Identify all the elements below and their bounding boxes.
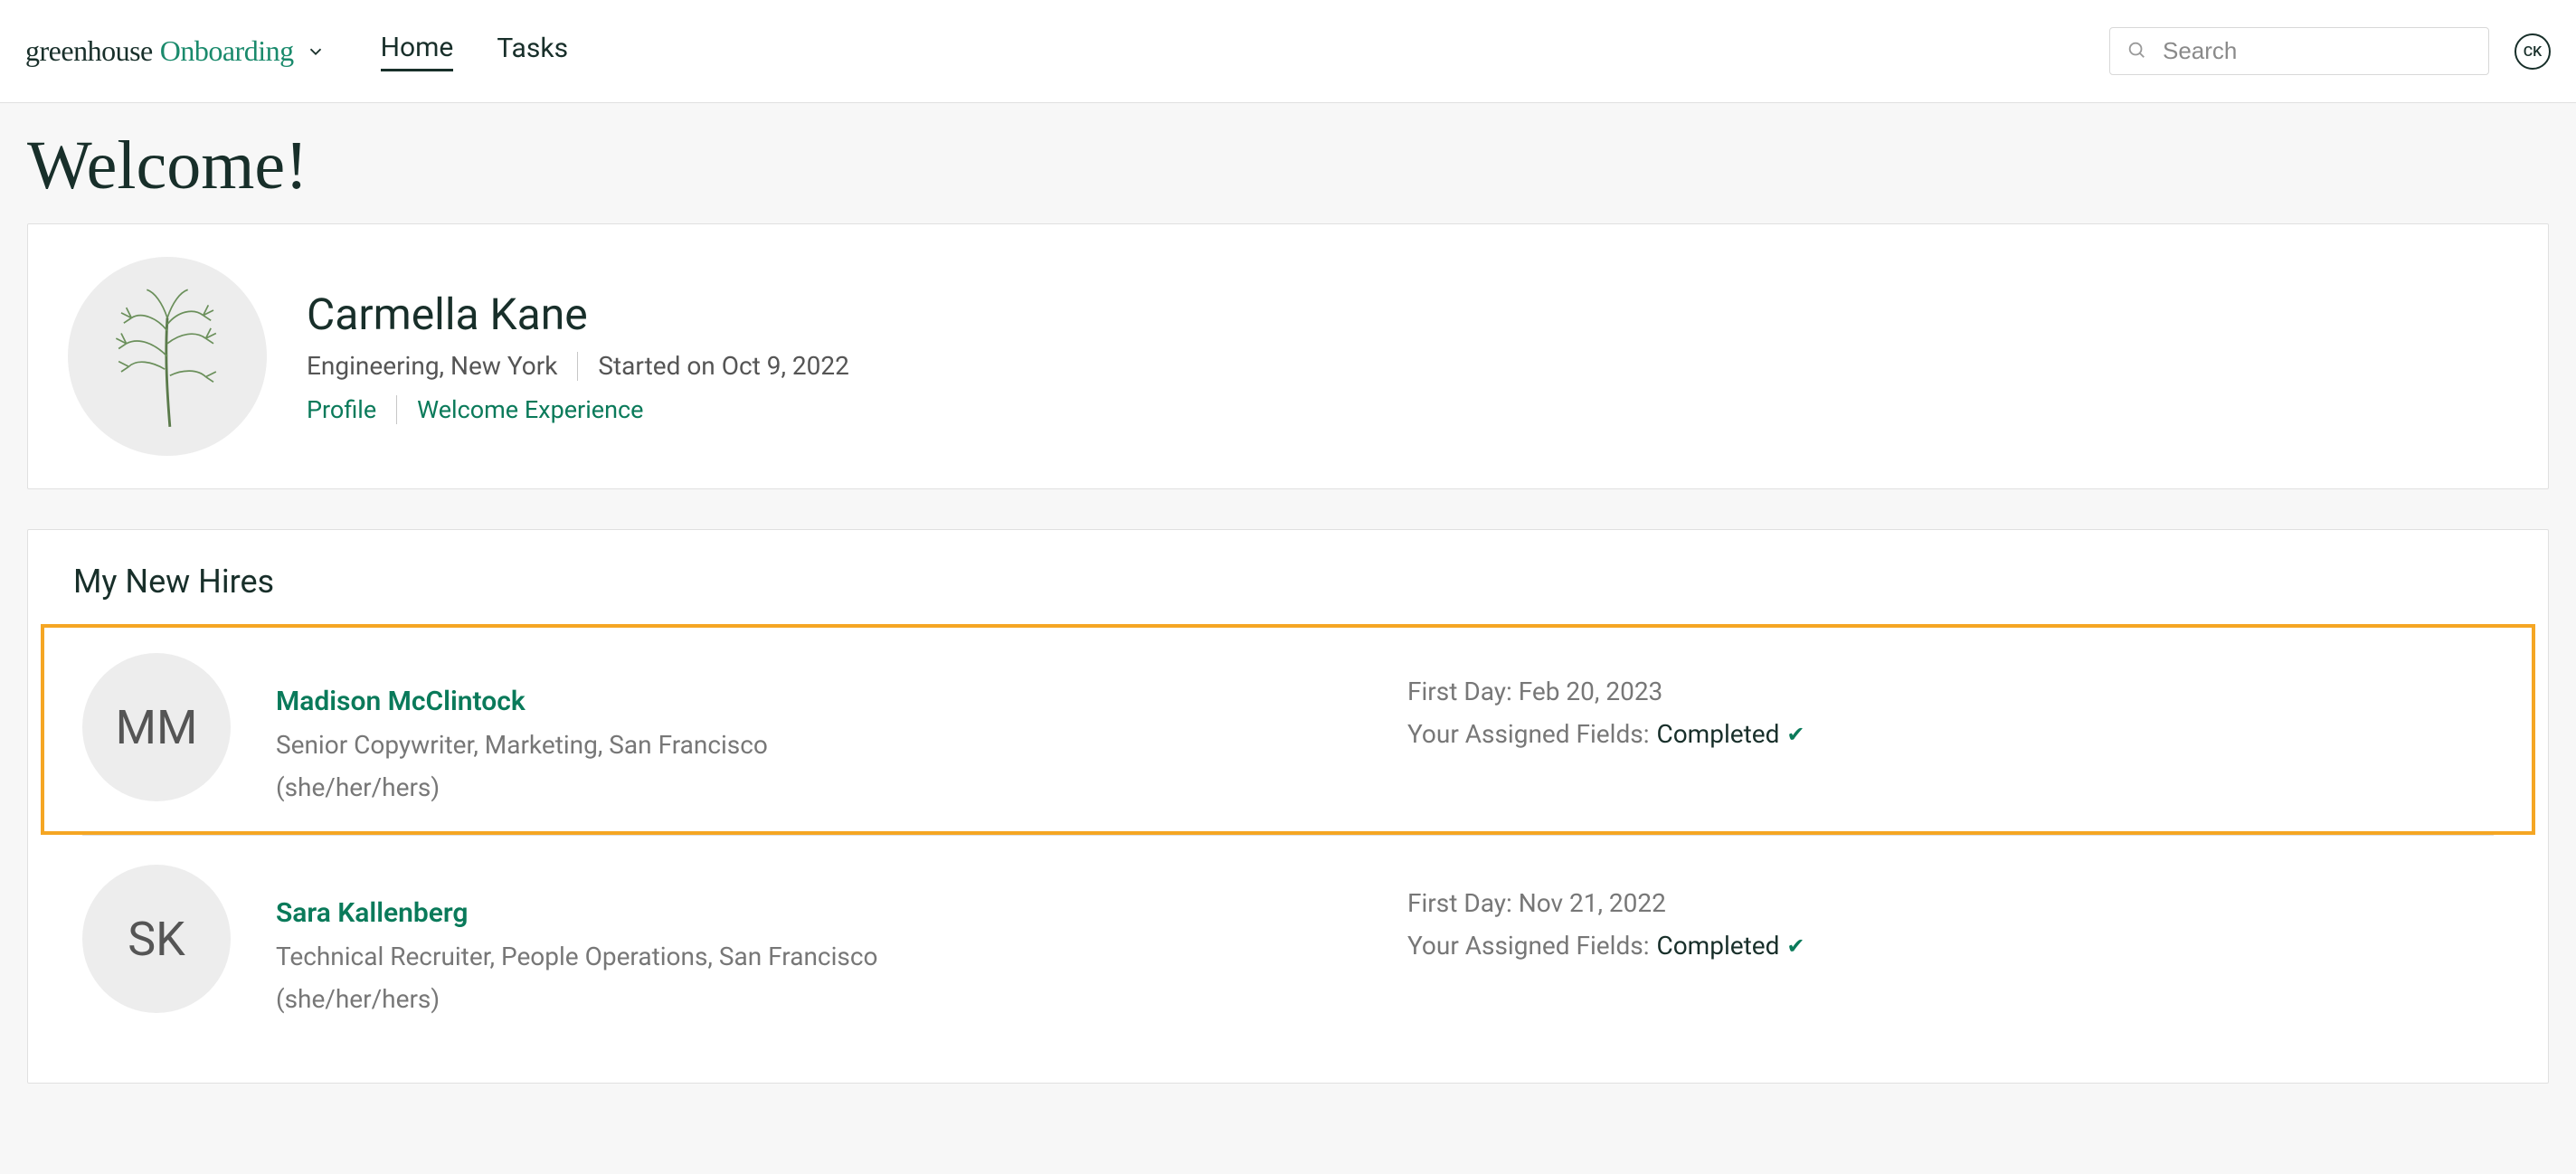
brand-primary: greenhouse — [25, 34, 153, 68]
first-day-value: Feb 20, 2023 — [1519, 677, 1663, 706]
welcome-experience-link[interactable]: Welcome Experience — [417, 395, 643, 424]
first-day-label: First Day: — [1407, 888, 1519, 918]
primary-nav: Home Tasks — [381, 32, 568, 71]
search-input[interactable] — [2163, 37, 2472, 65]
hire-pronouns: (she/her/hers) — [276, 984, 1362, 1014]
topbar-right: CK — [2109, 27, 2551, 75]
hire-assigned-fields: Your Assigned Fields: Completed ✔ — [1407, 931, 2494, 961]
new-hires-title: My New Hires — [28, 530, 2548, 615]
hire-first-day: First Day: Feb 20, 2023 — [1407, 677, 2494, 706]
hire-details: Madison McClintock Senior Copywriter, Ma… — [276, 653, 1362, 802]
hire-name-link[interactable]: Madison McClintock — [276, 686, 1362, 717]
chevron-down-icon — [305, 41, 327, 62]
hire-status: First Day: Nov 21, 2022 Your Assigned Fi… — [1407, 865, 2494, 961]
first-day-label: First Day: — [1407, 677, 1519, 706]
divider — [396, 395, 397, 424]
assigned-value: Completed — [1656, 719, 1779, 749]
hire-name-link[interactable]: Sara Kallenberg — [276, 897, 1362, 929]
hire-description: Technical Recruiter, People Operations, … — [276, 942, 1362, 971]
hire-avatar: SK — [82, 865, 231, 1013]
brand-switcher[interactable]: greenhouse Onboarding — [25, 34, 327, 68]
check-icon: ✔ — [1786, 722, 1804, 747]
profile-dept-location: Engineering, New York — [307, 351, 557, 381]
profile-name: Carmella Kane — [307, 289, 849, 340]
hire-status: First Day: Feb 20, 2023 Your Assigned Fi… — [1407, 653, 2494, 749]
hire-pronouns: (she/her/hers) — [276, 772, 1362, 802]
profile-link[interactable]: Profile — [307, 395, 376, 424]
profile-avatar — [68, 257, 267, 456]
profile-meta: Engineering, New York Started on Oct 9, … — [307, 351, 849, 381]
plant-icon — [99, 279, 235, 433]
hire-first-day: First Day: Nov 21, 2022 — [1407, 888, 2494, 918]
assigned-label: Your Assigned Fields: — [1407, 931, 1649, 961]
search-icon — [2126, 40, 2146, 63]
hire-row[interactable]: MM Madison McClintock Senior Copywriter,… — [41, 624, 2535, 835]
assigned-value: Completed — [1656, 931, 1779, 961]
brand-secondary: Onboarding — [160, 34, 294, 68]
profile-card: Carmella Kane Engineering, New York Star… — [27, 223, 2549, 489]
current-user-avatar[interactable]: CK — [2514, 33, 2551, 70]
hire-avatar: MM — [82, 653, 231, 801]
hire-assigned-fields: Your Assigned Fields: Completed ✔ — [1407, 719, 2494, 749]
top-navigation: greenhouse Onboarding Home Tasks CK — [0, 0, 2576, 103]
hire-row[interactable]: SK Sara Kallenberg Technical Recruiter, … — [28, 836, 2548, 1046]
first-day-value: Nov 21, 2022 — [1519, 888, 1666, 918]
hire-details: Sara Kallenberg Technical Recruiter, Peo… — [276, 865, 1362, 1014]
check-icon: ✔ — [1786, 933, 1804, 959]
new-hires-card: My New Hires MM Madison McClintock Senio… — [27, 529, 2549, 1084]
profile-links: Profile Welcome Experience — [307, 395, 849, 424]
page-title: Welcome! — [0, 103, 2576, 223]
hire-description: Senior Copywriter, Marketing, San Franci… — [276, 730, 1362, 760]
profile-start-date: Started on Oct 9, 2022 — [598, 351, 848, 381]
profile-info: Carmella Kane Engineering, New York Star… — [307, 289, 849, 424]
assigned-label: Your Assigned Fields: — [1407, 719, 1649, 749]
divider — [577, 352, 578, 381]
nav-home[interactable]: Home — [381, 32, 454, 71]
nav-tasks[interactable]: Tasks — [497, 33, 568, 70]
search-box[interactable] — [2109, 27, 2489, 75]
